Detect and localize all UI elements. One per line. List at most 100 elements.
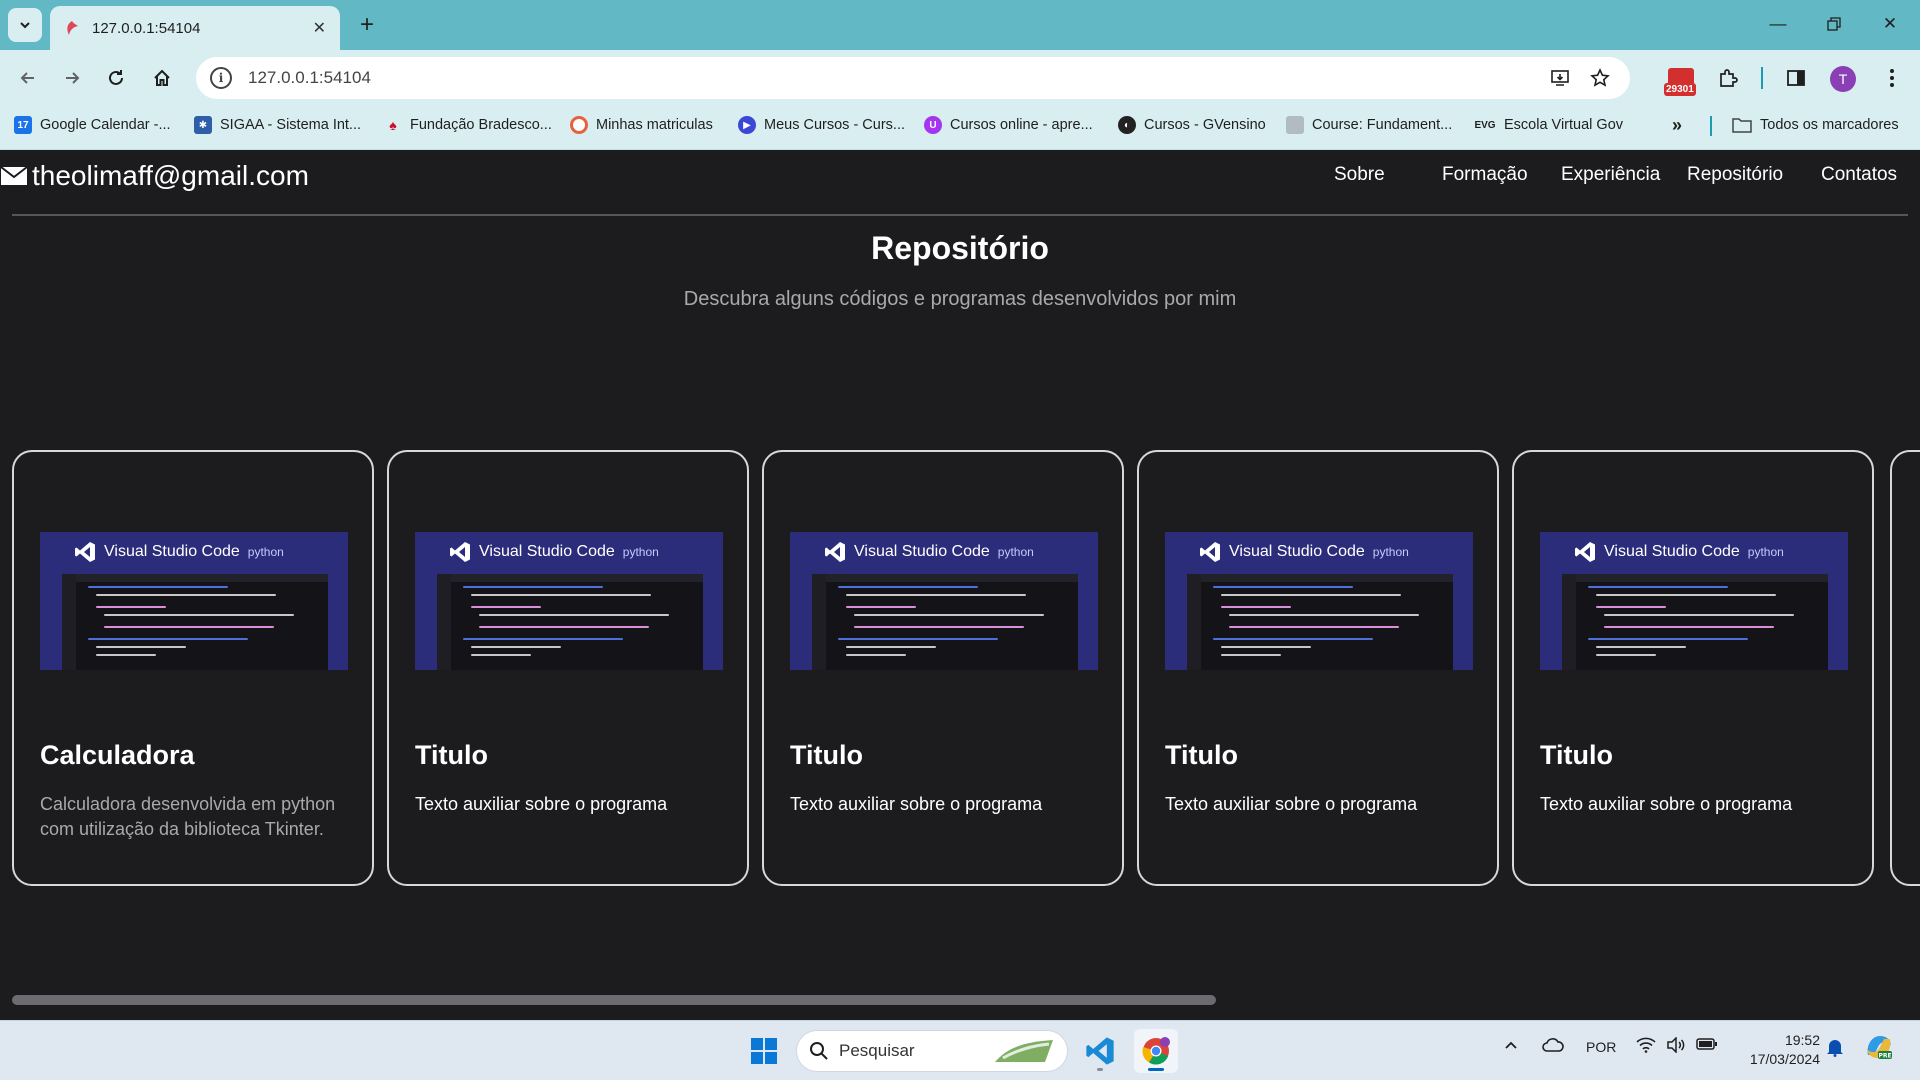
bookmark-star-icon[interactable] <box>1584 62 1616 94</box>
code-preview <box>437 574 703 670</box>
close-window-button[interactable]: ✕ <box>1862 0 1918 48</box>
bookmark-label: Course: Fundament... <box>1312 117 1453 133</box>
browser-menu-button[interactable] <box>1876 62 1908 94</box>
section-subtitle: Descubra alguns códigos e programas dese… <box>683 288 1237 310</box>
back-button[interactable] <box>12 62 44 94</box>
taskbar-vscode[interactable] <box>1078 1029 1122 1073</box>
project-card[interactable]: Visual Studio Code python Titulo Texto a… <box>387 450 749 886</box>
extension-badge-button[interactable]: 29301 <box>1664 66 1700 96</box>
code-preview <box>62 574 328 670</box>
header-divider <box>12 214 1908 216</box>
project-card-calculadora[interactable]: Visual Studio Code python Calculadora Ca… <box>12 450 374 886</box>
volume-icon[interactable] <box>1666 1036 1686 1056</box>
header-email[interactable]: theolimaff@gmail.com <box>0 158 309 194</box>
vscode-logo-icon <box>450 542 470 562</box>
bookmark-cursos-online[interactable]: U Cursos online - apre... <box>924 106 1093 144</box>
show-hidden-icons-button[interactable] <box>1504 1039 1518 1058</box>
minimize-button[interactable]: — <box>1750 0 1806 48</box>
project-card[interactable]: Visual Studio Code python Titulo Texto a… <box>1137 450 1499 886</box>
windows-taskbar: Pesquisar POR 19:52 17/03/2024 PRE <box>0 1020 1920 1080</box>
active-tab[interactable]: 127.0.0.1:54104 ✕ <box>50 6 340 50</box>
email-text: theolimaff@gmail.com <box>32 160 309 191</box>
tab-search-button[interactable] <box>8 8 42 42</box>
all-bookmarks-folder[interactable]: Todos os marcadores <box>1732 106 1899 144</box>
bookmark-label: Cursos - GVensino <box>1144 117 1266 133</box>
close-tab-icon[interactable]: ✕ <box>313 18 326 38</box>
thumbnail-python: python <box>997 545 1034 559</box>
restore-icon <box>1827 17 1841 31</box>
project-thumbnail: Visual Studio Code python <box>415 532 723 670</box>
battery-icon[interactable] <box>1696 1037 1718 1054</box>
udemy-icon: U <box>924 116 942 134</box>
notification-bell-icon[interactable] <box>1826 1037 1844 1060</box>
system-clock[interactable]: 19:52 17/03/2024 <box>1730 1031 1820 1069</box>
search-icon <box>810 1042 828 1060</box>
card-title: Titulo <box>415 740 488 770</box>
side-panel-icon <box>1787 70 1805 86</box>
card-title: Titulo <box>1540 740 1613 770</box>
bookmark-course-fundament[interactable]: Course: Fundament... <box>1286 106 1452 144</box>
code-activity-bar <box>437 574 451 670</box>
code-activity-bar <box>812 574 826 670</box>
more-bookmarks-button[interactable]: » <box>1672 106 1682 144</box>
toolbar-separator <box>1761 67 1763 89</box>
bradesco-icon: ♠ <box>389 117 397 133</box>
url-text[interactable]: 127.0.0.1:54104 <box>248 68 1536 88</box>
profile-avatar[interactable]: T <box>1830 66 1856 92</box>
code-activity-bar <box>1187 574 1201 670</box>
thumbnail-python: python <box>622 545 659 559</box>
forward-button[interactable] <box>56 62 88 94</box>
folder-icon <box>1732 118 1752 133</box>
cursos-icon: ▶ <box>738 116 756 134</box>
side-panel-button[interactable] <box>1780 62 1812 94</box>
clock-time: 19:52 <box>1784 1032 1820 1048</box>
code-preview <box>1187 574 1453 670</box>
bookmark-meus-cursos[interactable]: ▶ Meus Cursos - Curs... <box>738 106 905 144</box>
bookmark-minhas-matriculas[interactable]: Minhas matriculas <box>570 106 713 144</box>
bookmark-escola-virtual-gov[interactable]: EVG Escola Virtual Gov <box>1474 106 1623 144</box>
chevron-up-icon <box>1505 1041 1517 1049</box>
project-card-partial[interactable] <box>1890 450 1920 886</box>
nav-sobre[interactable]: Sobre <box>1334 164 1385 186</box>
project-card[interactable]: Visual Studio Code python Titulo Texto a… <box>762 450 1124 886</box>
clock-date: 17/03/2024 <box>1749 1051 1820 1067</box>
active-indicator <box>1148 1068 1164 1071</box>
thumbnail-title: Visual Studio Code <box>1604 543 1740 560</box>
horizontal-scrollbar[interactable] <box>12 995 1216 1005</box>
bookmark-fundacao-bradesco[interactable]: ♠ Fundação Bradesco... <box>384 106 552 144</box>
site-info-icon[interactable]: i <box>210 67 232 89</box>
new-tab-button[interactable]: + <box>352 10 382 40</box>
card-title: Calculadora <box>40 740 195 770</box>
bookmark-sigaa[interactable]: ✱ SIGAA - Sistema Int... <box>194 106 361 144</box>
nav-repositorio[interactable]: Repositório <box>1687 164 1783 186</box>
wifi-icon[interactable] <box>1636 1037 1656 1056</box>
taskbar-search[interactable]: Pesquisar <box>796 1030 1068 1072</box>
windows-logo-icon <box>751 1038 777 1064</box>
start-button[interactable] <box>742 1029 786 1073</box>
calendar-icon: 17 <box>14 116 32 134</box>
restore-button[interactable] <box>1806 0 1862 48</box>
mail-icon <box>0 166 28 185</box>
extensions-button[interactable] <box>1712 62 1744 94</box>
running-indicator <box>1097 1068 1103 1071</box>
home-button[interactable] <box>146 62 178 94</box>
site-favicon-icon <box>67 21 78 35</box>
taskbar-chrome[interactable] <box>1134 1029 1178 1073</box>
copilot-icon[interactable]: PRE <box>1864 1033 1894 1064</box>
nav-formacao[interactable]: Formação <box>1442 164 1528 186</box>
address-bar[interactable]: i 127.0.0.1:54104 <box>196 57 1630 99</box>
search-highlight-icon <box>995 1040 1053 1062</box>
project-card[interactable]: Visual Studio Code python Titulo Texto a… <box>1512 450 1874 886</box>
language-indicator[interactable]: POR <box>1586 1039 1616 1055</box>
card-description: Calculadora desenvolvida em python com u… <box>40 794 336 839</box>
onedrive-icon[interactable] <box>1542 1037 1564 1056</box>
card-title: Titulo <box>1165 740 1238 770</box>
install-app-icon[interactable] <box>1544 62 1576 94</box>
bookmark-gvensino[interactable]: ◐ Cursos - GVensino <box>1118 106 1266 144</box>
reload-button[interactable] <box>100 62 132 94</box>
nav-experiencia[interactable]: Experiência <box>1561 164 1660 186</box>
bookmark-google-calendar[interactable]: 17 Google Calendar -... <box>14 106 171 144</box>
reload-icon <box>109 70 123 85</box>
nav-contatos[interactable]: Contatos <box>1821 164 1897 186</box>
card-description: Texto auxiliar sobre o programa <box>1165 794 1418 814</box>
